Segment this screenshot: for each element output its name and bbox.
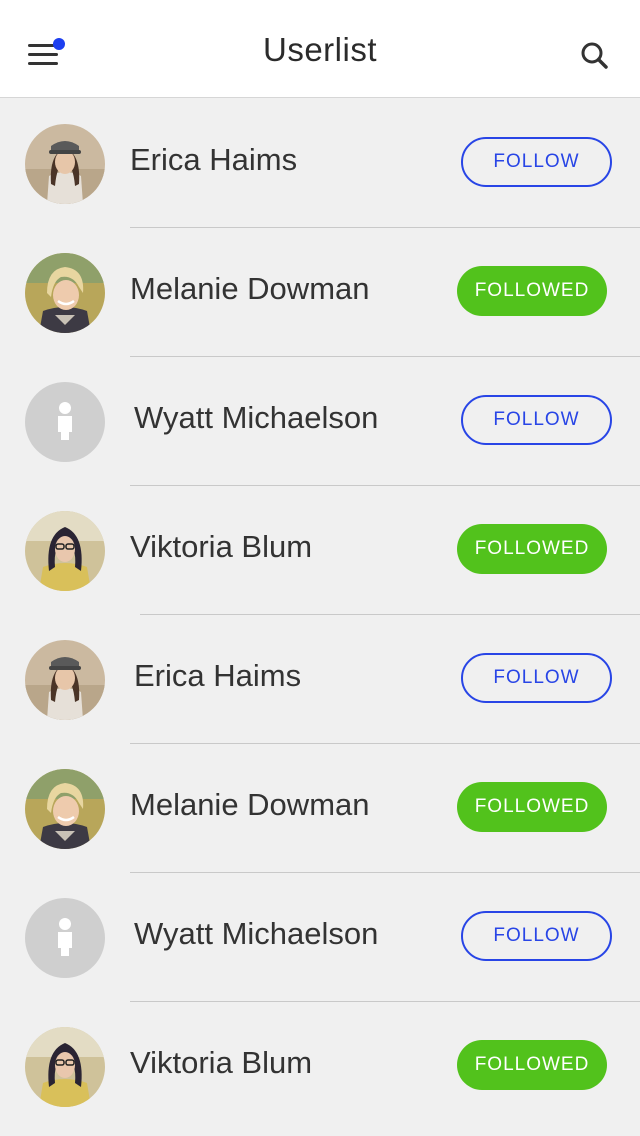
avatar-placeholder <box>25 382 105 462</box>
user-name: Wyatt Michaelson <box>134 400 379 435</box>
user-name: Viktoria Blum <box>130 529 313 564</box>
follow-button[interactable]: FOLLOW <box>461 653 612 703</box>
avatar-viktoria <box>25 1027 105 1107</box>
person-icon <box>58 918 72 956</box>
search-button[interactable] <box>578 40 612 74</box>
user-name: Melanie Dowman <box>130 271 370 306</box>
user-row: Erica Haims FOLLOW <box>0 615 640 744</box>
user-name: Melanie Dowman <box>130 787 370 822</box>
follow-button[interactable]: FOLLOW <box>461 137 612 187</box>
user-row: Melanie Dowman FOLLOWED <box>0 744 640 873</box>
user-name: Erica Haims <box>134 658 302 693</box>
user-row: Viktoria Blum FOLLOWED <box>0 1002 640 1131</box>
app-header: Userlist <box>0 0 640 98</box>
user-row: Wyatt Michaelson FOLLOW <box>0 357 640 486</box>
user-name: Viktoria Blum <box>130 1045 313 1080</box>
user-name: Erica Haims <box>130 142 298 177</box>
followed-button[interactable]: FOLLOWED <box>457 782 607 832</box>
followed-button[interactable]: FOLLOWED <box>457 524 607 574</box>
user-row: Erica Haims FOLLOW <box>0 99 640 228</box>
avatar-placeholder <box>25 898 105 978</box>
user-list: Erica Haims FOLLOW Melanie Dowman FOLLOW… <box>0 99 640 1131</box>
avatar-viktoria <box>25 511 105 591</box>
user-row: Melanie Dowman FOLLOWED <box>0 228 640 357</box>
follow-button[interactable]: FOLLOW <box>461 395 612 445</box>
followed-button[interactable]: FOLLOWED <box>457 1040 607 1090</box>
avatar-erica <box>25 640 105 720</box>
search-icon <box>581 42 608 69</box>
avatar-melanie <box>25 769 105 849</box>
page-title: Userlist <box>262 31 377 68</box>
avatar-melanie <box>25 253 105 333</box>
followed-button[interactable]: FOLLOWED <box>457 266 607 316</box>
person-icon <box>58 402 72 440</box>
user-row: Wyatt Michaelson FOLLOW <box>0 873 640 1002</box>
avatar-erica <box>25 124 105 204</box>
user-name: Wyatt Michaelson <box>134 916 379 951</box>
follow-button[interactable]: FOLLOW <box>461 911 612 961</box>
user-row: Viktoria Blum FOLLOWED <box>0 486 640 615</box>
